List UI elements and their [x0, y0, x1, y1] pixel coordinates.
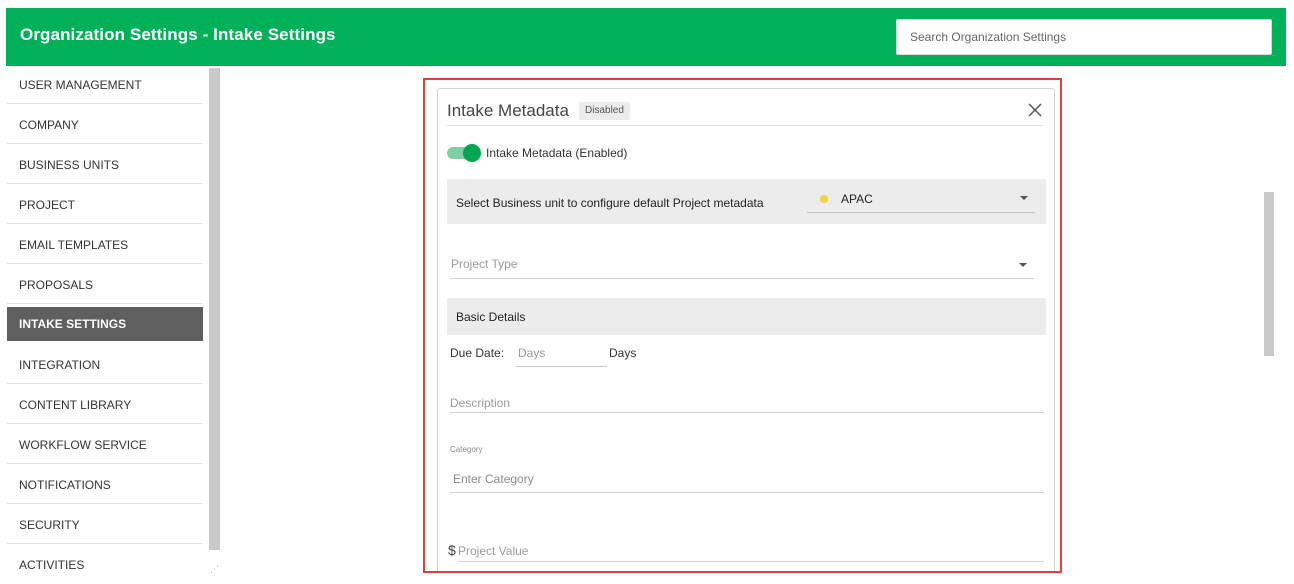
settings-sidebar: USER MANAGEMENT COMPANY BUSINESS UNITS P…	[6, 66, 220, 581]
sidebar-scrollbar[interactable]	[209, 68, 220, 550]
page-scrollbar[interactable]	[1264, 192, 1274, 356]
sidebar-item-user-management[interactable]: USER MANAGEMENT	[7, 66, 203, 104]
sidebar-item-email-templates[interactable]: EMAIL TEMPLATES	[7, 226, 203, 264]
sidebar-item-proposals[interactable]: PROPOSALS	[7, 266, 203, 304]
search-box[interactable]	[896, 19, 1272, 55]
resize-grip-icon[interactable]: ⋰	[209, 564, 220, 575]
sidebar-item-company[interactable]: COMPANY	[7, 106, 203, 144]
page-title: Organization Settings - Intake Settings	[20, 25, 336, 44]
sidebar-item-business-units[interactable]: BUSINESS UNITS	[7, 146, 203, 184]
sidebar-item-content-library[interactable]: CONTENT LIBRARY	[7, 386, 203, 424]
top-header: Organization Settings - Intake Settings	[6, 8, 1286, 66]
sidebar-item-activities[interactable]: ACTIVITIES	[7, 546, 203, 584]
sidebar-item-intake-settings[interactable]: INTAKE SETTINGS	[7, 307, 203, 341]
sidebar-item-project[interactable]: PROJECT	[7, 186, 203, 224]
search-input[interactable]	[897, 20, 1271, 54]
sidebar-item-workflow-service[interactable]: WORKFLOW SERVICE	[7, 426, 203, 464]
sidebar-item-integration[interactable]: INTEGRATION	[7, 346, 203, 384]
sidebar-item-security[interactable]: SECURITY	[7, 506, 203, 544]
sidebar-item-notifications[interactable]: NOTIFICATIONS	[7, 466, 203, 504]
highlight-box	[423, 78, 1062, 573]
